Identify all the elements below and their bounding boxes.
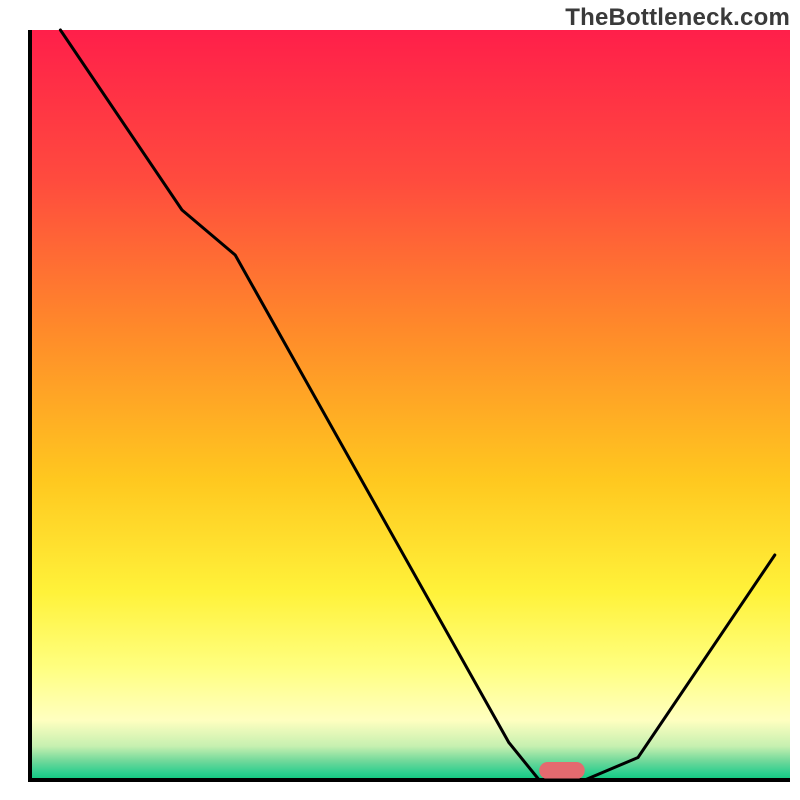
watermark-text: TheBottleneck.com: [565, 4, 790, 32]
optimum-marker: [539, 762, 585, 779]
chart-container: TheBottleneck.com: [0, 0, 800, 800]
plot-background: [30, 30, 790, 780]
bottleneck-chart: [0, 0, 800, 800]
